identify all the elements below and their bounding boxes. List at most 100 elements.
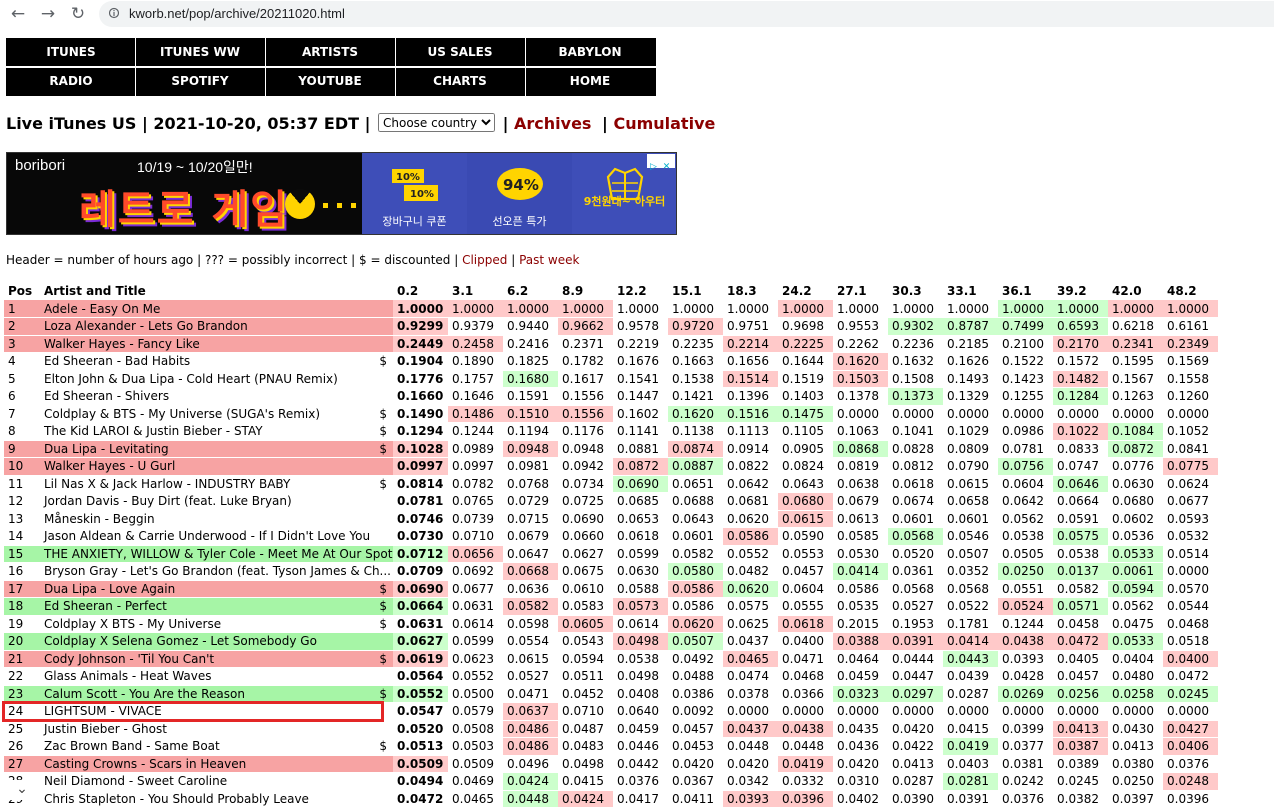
artist-title-cell[interactable]: Coldplay X BTS - My Universe $ bbox=[40, 615, 393, 633]
info-icon[interactable] bbox=[109, 7, 119, 19]
artist-title-link[interactable]: Jordan Davis - Buy Dirt (feat. Luke Brya… bbox=[44, 494, 292, 508]
artist-title-cell[interactable]: LIGHTSUM - VIVACE bbox=[40, 702, 393, 721]
artist-title-link[interactable]: THE ANXIETY, WILLOW & Tyler Cole - Meet … bbox=[44, 547, 392, 561]
url-text[interactable]: kworb.net/pop/archive/20211020.html bbox=[129, 6, 345, 21]
artist-title-cell[interactable]: Ed Sheeran - Shivers bbox=[40, 387, 393, 406]
archives-link[interactable]: Archives bbox=[514, 114, 591, 133]
value-cell: 0.0914 bbox=[723, 440, 778, 458]
artist-title-link[interactable]: Chris Stapleton - You Should Probably Le… bbox=[44, 792, 309, 806]
artist-title-link[interactable]: Coldplay & BTS - My Universe (SUGA's Rem… bbox=[44, 407, 320, 421]
artist-title-cell[interactable]: Loza Alexander - Lets Go Brandon bbox=[40, 317, 393, 336]
menu-item-radio[interactable]: RADIO bbox=[7, 68, 135, 95]
artist-title-link[interactable]: Bryson Gray - Let's Go Brandon (feat. Ty… bbox=[44, 564, 391, 578]
value-cell: 0.0881 bbox=[613, 440, 668, 458]
artist-title-cell[interactable]: THE ANXIETY, WILLOW & Tyler Cole - Meet … bbox=[40, 545, 393, 563]
menu-item-home[interactable]: HOME bbox=[526, 68, 654, 95]
ad-choices-badge[interactable]: ▷ ✕ bbox=[647, 154, 675, 172]
artist-title-cell[interactable]: Glass Animals - Heat Waves bbox=[40, 667, 393, 686]
artist-title-link[interactable]: Måneskin - Beggin bbox=[44, 512, 155, 526]
artist-title-cell[interactable]: Coldplay & BTS - My Universe (SUGA's Rem… bbox=[40, 405, 393, 423]
menu-item-youtube[interactable]: YOUTUBE bbox=[266, 68, 394, 95]
artist-title-cell[interactable]: Calum Scott - You Are the Reason $ bbox=[40, 685, 393, 703]
artist-title-cell[interactable]: Ed Sheeran - Bad Habits $ bbox=[40, 352, 393, 371]
value-cell: 0.1781 bbox=[943, 615, 998, 633]
clipped-link[interactable]: Clipped bbox=[462, 253, 507, 267]
address-bar[interactable]: kworb.net/pop/archive/20211020.html bbox=[99, 1, 1274, 27]
artist-title-link[interactable]: Calum Scott - You Are the Reason bbox=[44, 687, 245, 701]
table-row: 3 Walker Hayes - Fancy Like 0.2449 0.2458 0.… bbox=[4, 335, 1218, 353]
artist-title-cell[interactable]: Måneskin - Beggin bbox=[40, 510, 393, 528]
close-icon[interactable]: ✕ bbox=[660, 160, 673, 174]
menu-item-us-sales[interactable]: US SALES bbox=[396, 39, 524, 66]
menu-item-artists[interactable]: ARTISTS bbox=[266, 39, 394, 66]
artist-title-link[interactable]: Neil Diamond - Sweet Caroline bbox=[44, 774, 227, 788]
artist-title-cell[interactable]: Zac Brown Band - Same Boat $ bbox=[40, 737, 393, 756]
artist-title-link[interactable]: The Kid LAROI & Justin Bieber - STAY bbox=[44, 424, 263, 438]
value-cell: 0.0535 bbox=[833, 597, 888, 616]
value-cell: 0.1284 bbox=[1053, 387, 1108, 406]
artist-title-link[interactable]: Loza Alexander - Lets Go Brandon bbox=[44, 319, 248, 333]
artist-title-link[interactable]: Walker Hayes - U Gurl bbox=[44, 459, 175, 473]
ad-tile-preopen[interactable]: 94% 선오픈 특가 bbox=[467, 153, 572, 234]
artist-title-cell[interactable]: Justin Bieber - Ghost bbox=[40, 720, 393, 738]
artist-title-cell[interactable]: Jason Aldean & Carrie Underwood - If I D… bbox=[40, 527, 393, 546]
artist-title-cell[interactable]: Casting Crowns - Scars in Heaven bbox=[40, 755, 393, 773]
country-select[interactable]: Choose country bbox=[378, 113, 496, 132]
menu-item-charts[interactable]: CHARTS bbox=[396, 68, 524, 95]
artist-title-cell[interactable]: Lil Nas X & Jack Harlow - INDUSTRY BABY $ bbox=[40, 475, 393, 493]
artist-title-link[interactable]: Lil Nas X & Jack Harlow - INDUSTRY BABY bbox=[44, 477, 290, 491]
artist-title-link[interactable]: Elton John & Dua Lipa - Cold Heart (PNAU… bbox=[44, 372, 338, 386]
menu-item-itunes-ww[interactable]: ITUNES WW bbox=[136, 39, 264, 66]
artist-title-link[interactable]: Zac Brown Band - Same Boat bbox=[44, 739, 220, 753]
adchoices-icon[interactable]: ▷ bbox=[647, 160, 660, 174]
artist-title-cell[interactable]: Chris Stapleton - You Should Probably Le… bbox=[40, 790, 393, 808]
artist-title-cell[interactable]: Walker Hayes - Fancy Like bbox=[40, 335, 393, 353]
menu-item-spotify[interactable]: SPOTIFY bbox=[136, 68, 264, 95]
artist-title-link[interactable]: Coldplay X Selena Gomez - Let Somebody G… bbox=[44, 634, 317, 648]
table-row: 10 Walker Hayes - U Gurl 0.0997 0.0997 0.098… bbox=[4, 457, 1218, 476]
cumulative-link[interactable]: Cumulative bbox=[613, 114, 715, 133]
value-cell: 0.0601 bbox=[888, 510, 943, 528]
ad-banner[interactable]: boribori 10/19 ~ 10/20일만! 레트로 게임 10% 10%… bbox=[6, 152, 677, 235]
artist-title-link[interactable]: Dua Lipa - Love Again bbox=[44, 582, 175, 596]
artist-title-link[interactable]: LIGHTSUM - VIVACE bbox=[44, 704, 162, 718]
artist-title-cell[interactable]: Jordan Davis - Buy Dirt (feat. Luke Brya… bbox=[40, 492, 393, 511]
artist-title-cell[interactable]: Walker Hayes - U Gurl bbox=[40, 457, 393, 476]
artist-title-cell[interactable]: Adele - Easy On Me bbox=[40, 300, 393, 318]
artist-title-cell[interactable]: Coldplay X Selena Gomez - Let Somebody G… bbox=[40, 632, 393, 651]
forward-arrow-icon[interactable]: → bbox=[37, 3, 59, 25]
artist-title-link[interactable]: Jason Aldean & Carrie Underwood - If I D… bbox=[44, 529, 370, 543]
artist-title-cell[interactable]: Bryson Gray - Let's Go Brandon (feat. Ty… bbox=[40, 562, 393, 581]
menu-item-itunes[interactable]: ITUNES bbox=[7, 39, 135, 66]
artist-title-link[interactable]: Walker Hayes - Fancy Like bbox=[44, 337, 200, 351]
back-arrow-icon[interactable]: ← bbox=[7, 3, 29, 25]
artist-title-link[interactable]: Coldplay X BTS - My Universe bbox=[44, 617, 221, 631]
past-week-link[interactable]: Past week bbox=[519, 253, 579, 267]
artist-title-cell[interactable]: Neil Diamond - Sweet Caroline bbox=[40, 772, 393, 791]
artist-title-cell[interactable]: Ed Sheeran - Perfect $ bbox=[40, 597, 393, 616]
artist-title-link[interactable]: Ed Sheeran - Bad Habits bbox=[44, 354, 190, 368]
value-cell: 0.0527 bbox=[888, 597, 943, 616]
value-cell: 0.0552 bbox=[448, 667, 503, 686]
artist-title-cell[interactable]: Dua Lipa - Levitating $ bbox=[40, 440, 393, 458]
ad-tile-coupon[interactable]: 10% 10% 장바구니 쿠폰 bbox=[362, 153, 467, 234]
artist-title-link[interactable]: Ed Sheeran - Shivers bbox=[44, 389, 169, 403]
artist-title-link[interactable]: Ed Sheeran - Perfect bbox=[44, 599, 167, 613]
artist-title-cell[interactable]: The Kid LAROI & Justin Bieber - STAY $ bbox=[40, 422, 393, 441]
artist-title-cell[interactable]: Elton John & Dua Lipa - Cold Heart (PNAU… bbox=[40, 370, 393, 388]
value-cell: 0.0679 bbox=[833, 492, 888, 511]
artist-title-link[interactable]: Cody Johnson - 'Til You Can't bbox=[44, 652, 214, 666]
artist-title-link[interactable]: Casting Crowns - Scars in Heaven bbox=[44, 757, 246, 771]
artist-title-link[interactable]: Dua Lipa - Levitating bbox=[44, 442, 169, 456]
header-hours: 30.3 bbox=[892, 283, 922, 298]
artist-title-link[interactable]: Justin Bieber - Ghost bbox=[44, 722, 167, 736]
artist-title-cell[interactable]: Dua Lipa - Love Again $ bbox=[40, 580, 393, 598]
value-cell: 1.0000 bbox=[393, 300, 448, 318]
artist-title-link[interactable]: Adele - Easy On Me bbox=[44, 302, 160, 316]
chevron-down-icon[interactable]: ⌄ bbox=[0, 780, 44, 800]
artist-title-cell[interactable]: Cody Johnson - 'Til You Can't $ bbox=[40, 650, 393, 668]
reload-icon[interactable]: ↻ bbox=[67, 3, 89, 25]
value-cell: 0.0593 bbox=[1163, 510, 1218, 528]
artist-title-link[interactable]: Glass Animals - Heat Waves bbox=[44, 669, 212, 683]
menu-item-babylon[interactable]: BABYLON bbox=[526, 39, 654, 66]
